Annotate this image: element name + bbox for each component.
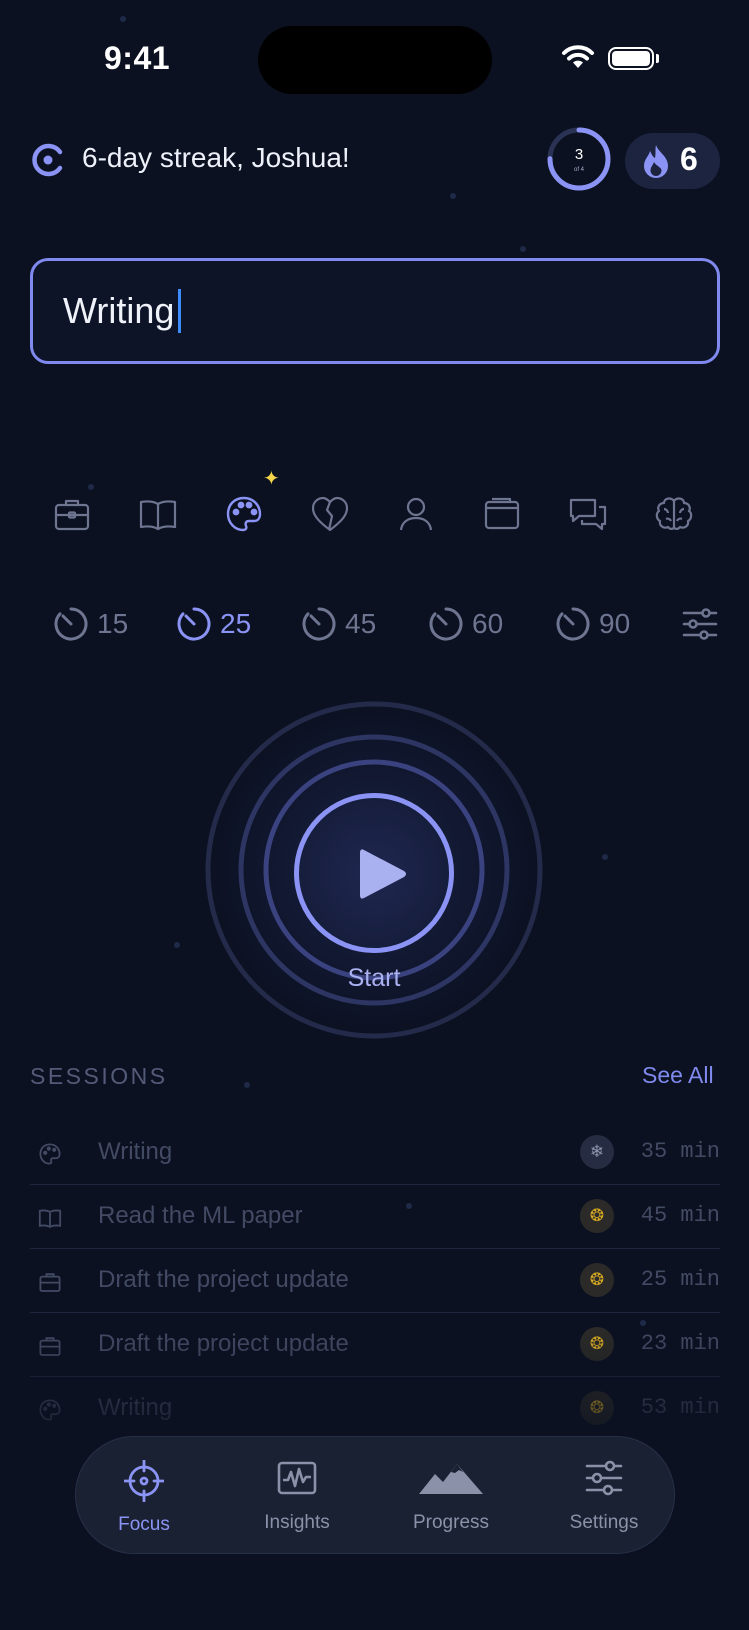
book-icon: [38, 1209, 62, 1229]
duration-option-15[interactable]: 15: [53, 604, 128, 644]
gold-badge-icon: ❂: [580, 1391, 614, 1425]
briefcase-icon: [39, 1273, 61, 1292]
gold-badge-icon: ❂: [580, 1263, 614, 1297]
sparkle-icon: ✦: [263, 468, 280, 490]
custom-duration-sliders-icon[interactable]: [682, 608, 718, 640]
dynamic-island: [258, 26, 492, 94]
battery-nub: [656, 54, 659, 63]
text-caret: [178, 289, 181, 333]
session-name: Writing: [98, 1394, 173, 1421]
streak-badge[interactable]: [625, 133, 720, 189]
tab-label: Progress: [412, 1512, 490, 1533]
duration-option-45[interactable]: 45: [301, 604, 376, 644]
tab-focus[interactable]: Focus: [74, 1436, 214, 1554]
category-chat-icon[interactable]: [568, 494, 608, 534]
play-icon: [360, 849, 406, 899]
duration-option-60[interactable]: 60: [428, 604, 503, 644]
palette-icon: [39, 1399, 61, 1421]
streak-count: 6: [680, 141, 698, 177]
session-row[interactable]: Writing ❄ 35 min: [30, 1120, 720, 1185]
crosshair-icon: [124, 1460, 164, 1502]
wifi-icon: [562, 45, 594, 68]
category-book-icon[interactable]: [138, 494, 178, 534]
session-name: Draft the project update: [98, 1330, 349, 1357]
session-duration: 23 min: [640, 1331, 720, 1356]
goal-total-label: of 4: [573, 167, 584, 173]
see-all-link[interactable]: See All: [642, 1062, 714, 1089]
streak-message: 6-day streak, Joshua!: [82, 142, 350, 173]
briefcase-icon: [39, 1337, 61, 1356]
duration-label: 15: [97, 608, 129, 639]
app-logo-icon: [32, 143, 63, 177]
task-name-input[interactable]: [30, 258, 720, 364]
session-row[interactable]: Draft the project update ❂ 25 min: [30, 1248, 720, 1313]
duration-label: 60: [472, 608, 504, 639]
gold-badge-icon: ❂: [580, 1327, 614, 1361]
tab-settings[interactable]: Settings: [534, 1436, 674, 1554]
tab-label: Settings: [569, 1512, 639, 1533]
snowflake-badge-icon: ❄: [580, 1135, 614, 1169]
duration-label: 45: [345, 608, 377, 639]
timer-icon: [429, 607, 463, 641]
tab-label: Insights: [264, 1512, 330, 1533]
session-duration: 25 min: [640, 1267, 720, 1292]
tab-insights[interactable]: Insights: [227, 1436, 367, 1554]
session-row[interactable]: Writing ❂ 53 min: [30, 1376, 720, 1440]
palette-icon: [39, 1143, 61, 1165]
session-name: Writing: [98, 1138, 173, 1165]
timer-icon: [54, 607, 88, 641]
status-time: 9:41: [104, 40, 171, 76]
sliders-icon: [585, 1460, 623, 1496]
category-briefcase-icon[interactable]: [52, 494, 92, 534]
duration-label: 25: [220, 608, 252, 639]
category-wallet-icon[interactable]: [482, 494, 522, 534]
gold-badge-icon: ❂: [580, 1199, 614, 1233]
timer-icon: [177, 607, 211, 641]
category-heart-icon[interactable]: [310, 494, 350, 534]
session-duration: 53 min: [640, 1395, 720, 1420]
category-palette-icon[interactable]: [224, 494, 264, 534]
duration-option-90[interactable]: 90: [555, 604, 630, 644]
session-row[interactable]: Read the ML paper ❂ 45 min: [30, 1184, 720, 1249]
sessions-heading: SESSIONS: [30, 1063, 168, 1089]
session-duration: 45 min: [640, 1203, 720, 1228]
session-name: Draft the project update: [98, 1266, 349, 1293]
timer-icon: [302, 607, 336, 641]
tab-label: Focus: [118, 1514, 170, 1535]
pulse-chart-icon: [277, 1461, 317, 1495]
flame-icon: [644, 145, 668, 178]
session-duration: 35 min: [640, 1139, 720, 1164]
mountains-icon: [419, 1464, 483, 1494]
duration-label: 90: [599, 608, 631, 639]
duration-option-25[interactable]: 25: [176, 604, 251, 644]
timer-icon: [556, 607, 590, 641]
battery-icon: [608, 47, 654, 70]
tab-progress[interactable]: Progress: [381, 1436, 521, 1554]
category-person-icon[interactable]: [396, 494, 436, 534]
session-row[interactable]: Draft the project update ❂ 23 min: [30, 1312, 720, 1377]
start-label: Start: [347, 964, 401, 992]
category-brain-icon[interactable]: [654, 494, 694, 534]
session-name: Read the ML paper: [98, 1202, 303, 1229]
goal-done-count: 3: [574, 146, 584, 163]
